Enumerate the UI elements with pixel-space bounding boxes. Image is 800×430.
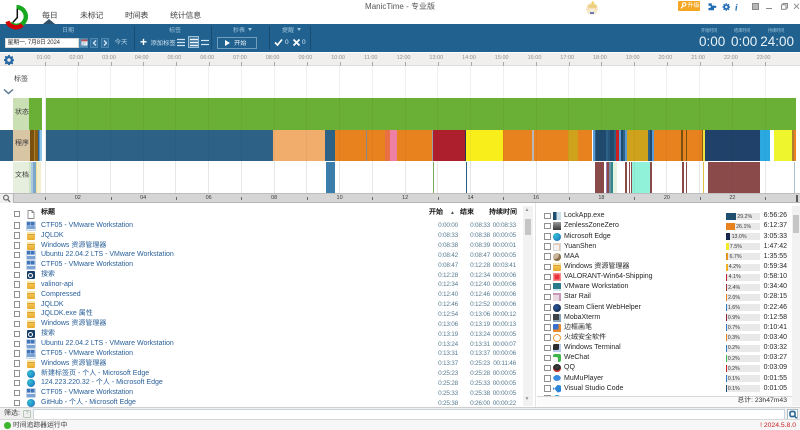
svg-text:i: i xyxy=(735,4,738,13)
